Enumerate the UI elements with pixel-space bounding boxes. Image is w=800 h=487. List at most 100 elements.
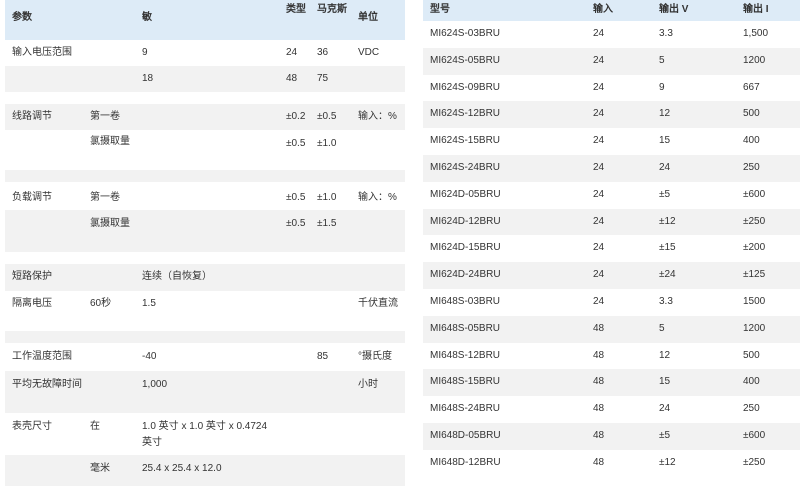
cell-model: MI624S-15BRU (430, 135, 501, 147)
header-model: 型号 (430, 4, 450, 15)
table-row: 毫米 25.4 x 25.4 x 12.0 (5, 455, 405, 487)
cell-model: MI624S-03BRU (430, 28, 501, 39)
cell-max: 36 (317, 47, 329, 58)
cell-input: 48 (593, 322, 605, 334)
cell-model: MI624D-05BRU (430, 188, 501, 200)
spec-table: 参数 敏 类型 马克斯 单位 输入电压范围 9 24 36 VDC 18 48 … (5, 0, 405, 487)
cell-input: 48 (593, 403, 605, 415)
cell-model: MI648S-05BRU (430, 322, 501, 334)
spec-table-header: 参数 敏 类型 马克斯 单位 (5, 0, 405, 41)
cell-vout: 12 (659, 108, 671, 120)
cell-vout: ±24 (659, 269, 676, 281)
cell-vout: 5 (659, 322, 665, 334)
cell-vout: ±15 (659, 242, 676, 254)
cell-iout: 1500 (743, 296, 766, 307)
table-row: 氯摄取量 ±0.5 ±1.0 (5, 130, 405, 171)
cell-input: 48 (593, 456, 605, 468)
header-vout: 输出 V (659, 4, 689, 15)
cell-vout: 3.3 (659, 296, 673, 307)
cell-model: MI624D-12BRU (430, 215, 501, 227)
cell-max: ±1.0 (317, 138, 337, 149)
cell-unit: 输入：% (358, 111, 397, 122)
cell-model: MI624S-09BRU (430, 81, 501, 93)
cell-model: MI624S-12BRU (430, 108, 501, 120)
cell-cond: 氯摄取量 (90, 136, 130, 147)
cell-param: 隔离电压 (12, 298, 52, 309)
table-row: 工作温度范围 -40 85 °摄氏度 (5, 343, 405, 372)
cell-vout: 5 (659, 54, 665, 66)
table-row: MI624S-24BRU 24 24 250 (423, 155, 800, 183)
cell-vout: 24 (659, 403, 671, 415)
cell-input: 24 (593, 162, 605, 173)
cell-model: MI648S-03BRU (430, 296, 501, 307)
table-row: MI624D-15BRU 24 ±15 ±200 (423, 235, 800, 264)
cell-vout: ±12 (659, 456, 676, 468)
header-max: 马克斯 (317, 4, 347, 15)
cell-iout: ±600 (743, 430, 766, 441)
cell-model: MI648S-15BRU (430, 376, 501, 388)
cell-min: -40 (142, 351, 157, 362)
table-row: MI648D-12BRU 48 ±12 ±250 (423, 450, 800, 478)
cell-cond: 毫米 (90, 463, 110, 474)
header-iout: 输出 I (743, 4, 769, 15)
cell-unit: °摄氏度 (358, 351, 392, 362)
cell-input: 24 (593, 188, 605, 200)
cell-max: 85 (317, 351, 329, 362)
cell-param: 短路保护 (12, 271, 52, 282)
cell-min: 1,000 (142, 379, 168, 390)
cell-cond: 在 (90, 421, 100, 432)
table-row: MI648S-15BRU 48 15 400 (423, 369, 800, 398)
cell-typ: 24 (286, 47, 298, 58)
cell-iout: 400 (743, 135, 760, 147)
cell-input: 24 (593, 296, 605, 307)
table-row: MI648S-05BRU 48 5 1200 (423, 315, 800, 344)
cell-input: 24 (593, 108, 605, 120)
cell-param: 工作温度范围 (12, 351, 72, 362)
cell-vout: 15 (659, 135, 671, 147)
cell-cond: 60秒 (90, 298, 112, 309)
cell-model: MI648S-12BRU (430, 349, 501, 361)
cell-input: 24 (593, 81, 605, 93)
cell-model: MI648D-05BRU (430, 430, 501, 441)
table-row: 线路调节 第一卷 ±0.2 ±0.5 输入：% (5, 104, 405, 131)
cell-cond: 第一卷 (90, 192, 120, 203)
cell-max: 75 (317, 73, 329, 84)
cell-input: 24 (593, 54, 605, 66)
table-row: MI648S-12BRU 48 12 500 (423, 343, 800, 371)
cell-min: 25.4 x 25.4 x 12.0 (142, 463, 222, 474)
model-table-header: 型号 输入 输出 V 输出 I (423, 0, 800, 22)
cell-unit: VDC (358, 47, 380, 58)
table-row: 负载调节 第一卷 ±0.5 ±1.0 输入：% (5, 182, 405, 211)
cell-input: 24 (593, 135, 605, 147)
table-row: MI624D-12BRU 24 ±12 ±250 (423, 208, 800, 237)
table-row: MI624S-15BRU 24 15 400 (423, 128, 800, 156)
cell-typ: ±0.5 (286, 192, 306, 203)
cell-iout: 500 (743, 108, 760, 120)
cell-unit: 输入：% (358, 192, 397, 203)
cell-vout: ±5 (659, 430, 671, 441)
cell-iout: 1200 (743, 322, 766, 334)
table-row: MI624S-12BRU 24 12 500 (423, 101, 800, 130)
cell-min: 1.5 (142, 298, 156, 309)
cell-param: 负载调节 (12, 192, 52, 203)
cell-unit: 千伏直流 (358, 298, 398, 309)
cell-typ: ±0.5 (286, 218, 306, 229)
table-row: 隔离电压 60秒 1.5 千伏直流 (5, 291, 405, 332)
header-input: 输入 (593, 4, 613, 15)
cell-input: 48 (593, 430, 605, 441)
cell-vout: 3.3 (659, 28, 673, 39)
cell-typ: 48 (286, 73, 298, 84)
model-table: 型号 输入 输出 V 输出 I MI624S-03BRU 24 3.3 1,500 MI… (423, 0, 800, 486)
header-min: 敏 (142, 12, 152, 23)
table-row: MI648S-24BRU 48 24 250 (423, 396, 800, 424)
table-row: 18 48 75 (5, 66, 405, 93)
cell-iout: 400 (743, 376, 760, 388)
cell-model: MI624S-05BRU (430, 54, 501, 66)
cell-max: ±1.0 (317, 192, 337, 203)
table-row: 表壳尺寸 在 1.0 英寸 x 1.0 英寸 x 0.4724 英寸 (5, 413, 405, 456)
cell-model: MI624D-15BRU (430, 242, 501, 254)
table-row: MI624D-24BRU 24 ±24 ±125 (423, 262, 800, 290)
header-unit: 单位 (358, 12, 378, 23)
table-row: 平均无故障时间 1,000 小时 (5, 371, 405, 414)
cell-iout: 1200 (743, 54, 766, 66)
